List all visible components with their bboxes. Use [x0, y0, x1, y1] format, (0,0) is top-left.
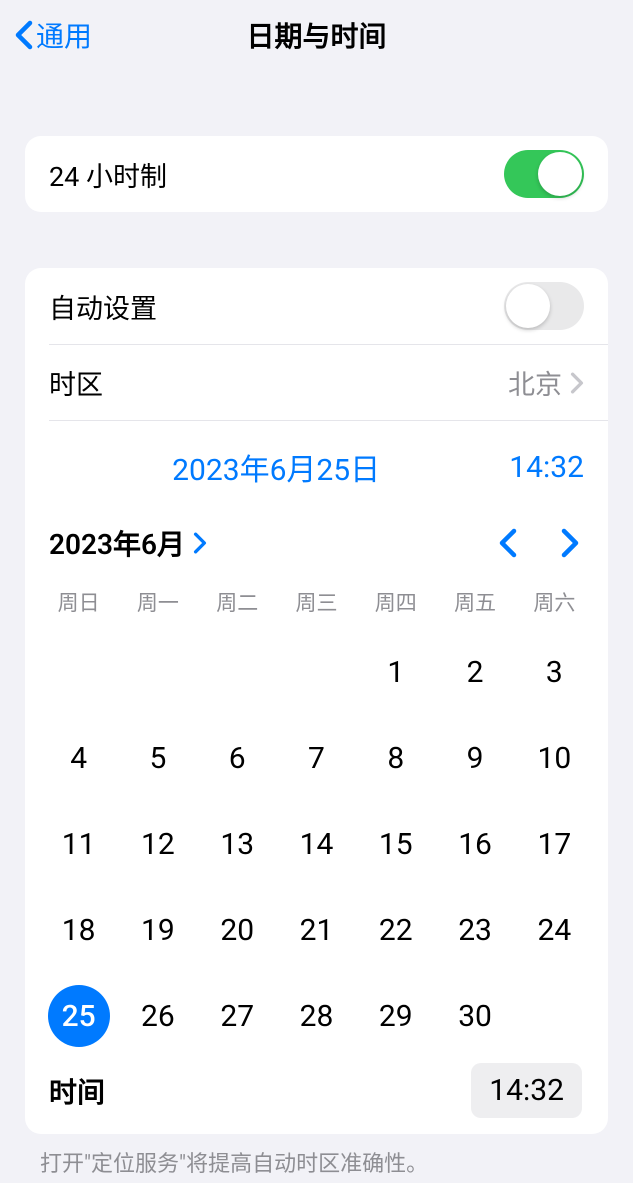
calendar-day[interactable]: 28: [277, 973, 356, 1059]
back-label: 通用: [36, 15, 92, 55]
calendar: 2023年6月 周日周一周二周三周四周五周六 12345678910111213…: [25, 503, 608, 1134]
calendar-empty-cell: [39, 629, 118, 715]
footer-note: 打开"定位服务"将提高自动时区准确性。: [40, 1146, 593, 1178]
calendar-day[interactable]: 23: [435, 887, 514, 973]
weekday-header: 周日: [39, 587, 118, 617]
label-auto-set: 自动设置: [49, 287, 157, 326]
calendar-day[interactable]: 7: [277, 715, 356, 801]
chevron-left-icon: [14, 20, 34, 50]
label-24h: 24 小时制: [49, 155, 167, 194]
calendar-day[interactable]: 13: [198, 801, 277, 887]
chevron-right-icon: [193, 532, 207, 554]
selected-date[interactable]: 2023年6月25日: [73, 445, 439, 489]
calendar-day[interactable]: 24: [515, 887, 594, 973]
back-button[interactable]: 通用: [14, 15, 92, 55]
calendar-day[interactable]: 12: [118, 801, 197, 887]
switch-24h[interactable]: [504, 150, 584, 198]
calendar-day[interactable]: 10: [515, 715, 594, 801]
calendar-day[interactable]: 27: [198, 973, 277, 1059]
weekday-header: 周三: [277, 587, 356, 617]
switch-auto-set[interactable]: [504, 282, 584, 330]
prev-month-button[interactable]: [498, 528, 518, 558]
calendar-day[interactable]: 4: [39, 715, 118, 801]
row-timezone[interactable]: 时区 北京: [49, 344, 608, 420]
weekday-header: 周六: [515, 587, 594, 617]
next-month-button[interactable]: [560, 528, 580, 558]
section-datetime: 自动设置 时区 北京 2023年6月25日 14:32 2023年6月 周日周一…: [25, 268, 608, 1134]
switch-knob: [538, 152, 582, 196]
calendar-day[interactable]: 15: [356, 801, 435, 887]
calendar-day[interactable]: 29: [356, 973, 435, 1059]
page-title: 日期与时间: [246, 15, 386, 55]
calendar-day[interactable]: 30: [435, 973, 514, 1059]
value-timezone: 北京: [508, 363, 562, 402]
calendar-empty-cell: [277, 629, 356, 715]
calendar-day[interactable]: 14: [277, 801, 356, 887]
calendar-day[interactable]: 11: [39, 801, 118, 887]
calendar-day[interactable]: 26: [118, 973, 197, 1059]
weekday-header: 周二: [198, 587, 277, 617]
chevron-right-icon: [570, 372, 584, 394]
switch-knob: [506, 284, 550, 328]
calendar-day[interactable]: 5: [118, 715, 197, 801]
calendar-day[interactable]: 8: [356, 715, 435, 801]
calendar-day[interactable]: 3: [515, 629, 594, 715]
section-24h: 24 小时制: [25, 136, 608, 212]
weekday-header: 周一: [118, 587, 197, 617]
calendar-day[interactable]: 19: [118, 887, 197, 973]
time-row: 时间 14:32: [39, 1059, 594, 1118]
month-selector[interactable]: 2023年6月: [49, 523, 207, 563]
calendar-day[interactable]: 22: [356, 887, 435, 973]
calendar-day[interactable]: 17: [515, 801, 594, 887]
calendar-day[interactable]: 2: [435, 629, 514, 715]
calendar-day[interactable]: 20: [198, 887, 277, 973]
calendar-empty-cell: [198, 629, 277, 715]
calendar-day[interactable]: 18: [39, 887, 118, 973]
calendar-day[interactable]: 16: [435, 801, 514, 887]
month-label: 2023年6月: [49, 523, 185, 563]
calendar-day[interactable]: 1: [356, 629, 435, 715]
selected-time[interactable]: 14:32: [509, 450, 584, 485]
calendar-day[interactable]: 21: [277, 887, 356, 973]
label-timezone: 时区: [49, 363, 103, 402]
time-picker[interactable]: 14:32: [471, 1063, 582, 1118]
calendar-day[interactable]: 25: [39, 973, 118, 1059]
row-24h: 24 小时制: [25, 136, 608, 212]
calendar-day[interactable]: 9: [435, 715, 514, 801]
time-label: 时间: [49, 1071, 105, 1111]
row-selected-datetime: 2023年6月25日 14:32: [49, 420, 608, 503]
calendar-day[interactable]: 6: [198, 715, 277, 801]
weekday-header: 周四: [356, 587, 435, 617]
row-auto-set: 自动设置: [25, 268, 608, 344]
weekday-header: 周五: [435, 587, 514, 617]
calendar-empty-cell: [118, 629, 197, 715]
